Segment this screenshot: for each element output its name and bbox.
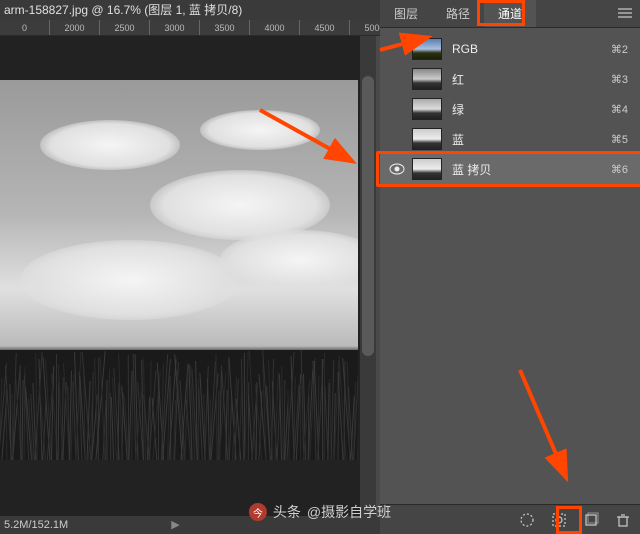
channel-name: RGB — [452, 42, 611, 56]
scrollbar-thumb[interactable] — [362, 76, 374, 356]
visibility-toggle[interactable] — [388, 130, 406, 148]
channel-thumbnail — [412, 38, 442, 60]
visibility-toggle[interactable] — [388, 70, 406, 88]
load-selection-icon[interactable] — [518, 511, 536, 529]
ruler-tick: 3500 — [200, 20, 250, 35]
ruler-tick: 4500 — [300, 20, 350, 35]
tab-paths[interactable]: 路径 — [432, 0, 484, 27]
channel-thumbnail — [412, 68, 442, 90]
channel-thumbnail — [412, 98, 442, 120]
channel-name: 蓝 — [452, 131, 611, 148]
save-selection-icon[interactable] — [550, 511, 568, 529]
document-title: arm-158827.jpg @ 16.7% (图层 1, 蓝 拷贝/8) — [0, 0, 380, 20]
watermark-prefix: 头条 — [273, 502, 301, 522]
ruler-tick: 4000 — [250, 20, 300, 35]
channel-thumbnail — [412, 158, 442, 180]
visibility-toggle[interactable] — [388, 160, 406, 178]
status-arrow-icon[interactable]: ▶ — [171, 519, 179, 531]
channel-row-blue[interactable]: 蓝 ⌘5 — [380, 124, 640, 154]
visibility-toggle[interactable] — [388, 100, 406, 118]
document-image — [0, 80, 358, 460]
delete-channel-icon[interactable] — [614, 511, 632, 529]
channel-shortcut: ⌘6 — [611, 163, 628, 176]
watermark-logo-icon: 今 — [249, 503, 267, 521]
watermark-handle: @摄影自学班 — [307, 502, 391, 522]
channel-thumbnail — [412, 128, 442, 150]
channel-row-red[interactable]: 红 ⌘3 — [380, 64, 640, 94]
channel-shortcut: ⌘2 — [611, 43, 628, 56]
channel-name: 红 — [452, 71, 611, 88]
ruler-tick: 2000 — [50, 20, 100, 35]
channel-row-green[interactable]: 绿 ⌘4 — [380, 94, 640, 124]
channel-shortcut: ⌘4 — [611, 103, 628, 116]
panel-menu-icon[interactable] — [616, 6, 634, 20]
panel-footer — [380, 504, 640, 534]
ruler-tick: 3000 — [150, 20, 200, 35]
canvas-area[interactable] — [0, 36, 360, 516]
channel-shortcut: ⌘3 — [611, 73, 628, 86]
tab-channels[interactable]: 通道 — [484, 0, 536, 27]
canvas-vertical-scrollbar[interactable] — [360, 36, 376, 516]
tab-layers[interactable]: 图层 — [380, 0, 432, 27]
channel-name: 绿 — [452, 101, 611, 118]
ruler-tick: 0 — [0, 20, 50, 35]
channel-list: RGB ⌘2 红 ⌘3 绿 ⌘4 蓝 ⌘5 — [380, 28, 640, 504]
channel-row-rgb[interactable]: RGB ⌘2 — [380, 34, 640, 64]
ruler-tick: 5000 — [350, 20, 380, 35]
ruler-horizontal: 0 2000 2500 3000 3500 4000 4500 5000 — [0, 20, 380, 36]
panel-tab-bar: 图层 路径 通道 — [380, 0, 640, 28]
channel-shortcut: ⌘5 — [611, 133, 628, 146]
new-channel-icon[interactable] — [582, 511, 600, 529]
visibility-toggle[interactable] — [388, 40, 406, 58]
channel-name: 蓝 拷贝 — [452, 161, 611, 178]
ruler-tick: 2500 — [100, 20, 150, 35]
watermark: 今 头条 @摄影自学班 — [249, 502, 391, 522]
status-doc-size: 5.2M/152.1M — [4, 519, 68, 531]
channels-panel: 图层 路径 通道 RGB ⌘2 红 ⌘3 绿 ⌘4 — [380, 0, 640, 534]
channel-row-blue-copy[interactable]: 蓝 拷贝 ⌘6 — [380, 154, 640, 184]
